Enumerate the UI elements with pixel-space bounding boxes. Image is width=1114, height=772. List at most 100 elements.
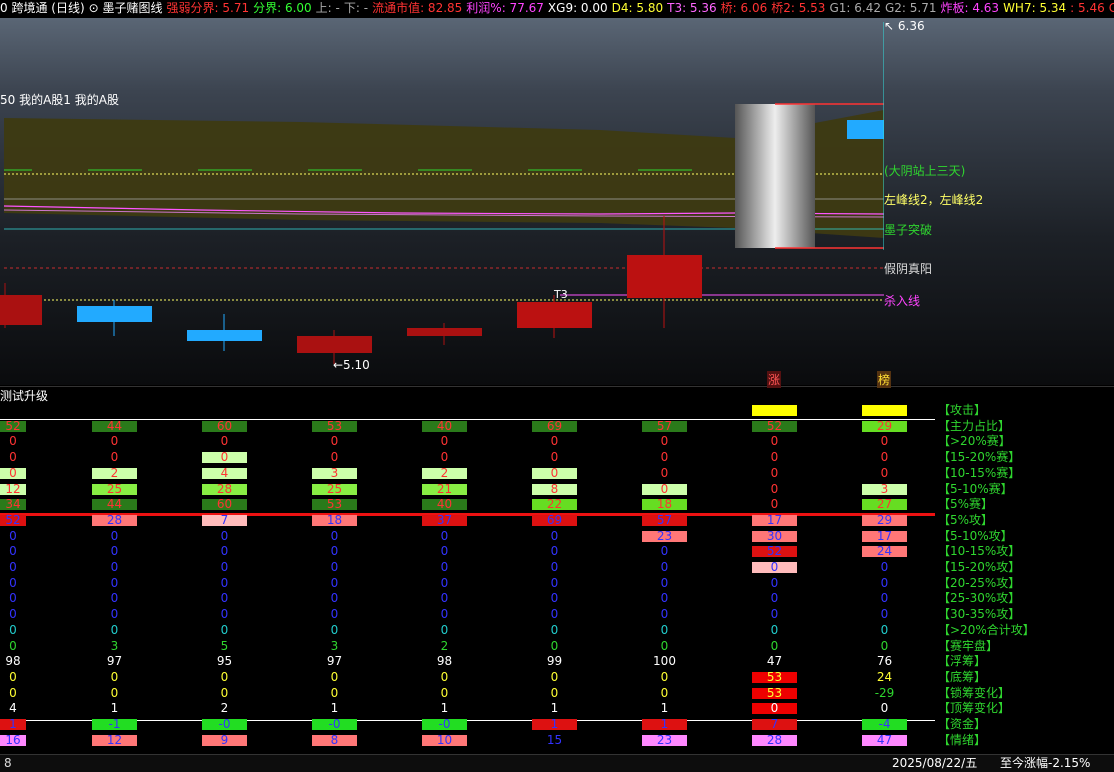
indicator-cell: 1 (110, 701, 119, 716)
indicator-cell: 3 (330, 638, 339, 653)
indicator-row-label: 【>20%合计攻】 (938, 622, 1035, 637)
indicator-row-label: 【攻击】 (938, 403, 987, 417)
indicator-row: 0 0 0 0 0 0 0 0 0 【>20%赛】 (0, 434, 1114, 449)
indicator-cell: 0 (220, 685, 229, 700)
indicator-cell: 0 (752, 561, 797, 573)
indicator-cell: 57 (642, 420, 687, 432)
indicator-cell: 28 (92, 514, 137, 526)
indicator-cell: 0 (330, 450, 339, 465)
topbar-item: WH7: 5.34 (1003, 1, 1067, 15)
indicator-cell: 23 (642, 734, 687, 746)
indicator-cell: 29 (862, 420, 907, 432)
indicator-cell: 0 (550, 607, 559, 622)
indicator-cell: 53 (752, 687, 797, 699)
right-label: 杀入线 (884, 294, 921, 308)
indicator-cell: 0 (9, 622, 17, 637)
indicator-cell: 1 (532, 718, 577, 730)
indicator-cell: 0 (110, 544, 119, 559)
indicator-cell: 0 (660, 544, 669, 559)
indicator-cell: 47 (862, 734, 907, 746)
indicator-cell: 18 (642, 498, 687, 511)
indicator-cell (752, 405, 797, 416)
indicator-cell: 9 (202, 734, 247, 746)
indicator-cell: 25 (312, 483, 357, 495)
topbar-item: 桥: 6.06 (720, 1, 768, 15)
topbar-item: 强弱分界: 5.71 (166, 1, 250, 15)
candle-1 (0, 295, 42, 325)
indicator-cell: 37 (422, 514, 467, 526)
indicator-cell: 0 (770, 434, 779, 449)
indicator-cell: 0 (330, 560, 339, 574)
indicator-cell: 0 (220, 528, 229, 543)
indicator-cell: 8 (532, 483, 577, 495)
topbar-item: 炸板: 4.63 (940, 1, 1000, 15)
topbar-item: G6: 5.46 (1108, 1, 1114, 15)
indicator-cell: 0 (330, 685, 339, 700)
indicator-cell: 52 (0, 420, 26, 432)
indicator-cell: 0 (110, 560, 119, 574)
indicator-cell: 15 (546, 732, 563, 747)
indicator-cell: 99 (546, 654, 563, 669)
indicator-cell: 0 (220, 669, 229, 684)
indicator-cell: 0 (110, 622, 119, 637)
indicator-cell: -0 (312, 718, 357, 730)
header-bang: 榜 (877, 371, 892, 388)
indicator-cell: 0 (9, 607, 17, 622)
topbar-item: 上: - (315, 1, 340, 15)
indicator-row: 12 25 28 25 21 8 0 0 3 【5-10%赛】 (0, 482, 1114, 497)
indicator-cell: 0 (550, 591, 559, 606)
candlestick-chart[interactable]: 50 我的A股1 我的A股 ↖ 6.36 ←5.10 T3 (大阴站上三天) 左峰… (0, 18, 1114, 385)
indicator-cell: 0 (9, 685, 17, 700)
stock-label: 50 我的A股1 我的A股 (0, 93, 119, 107)
indicator-cell: 0 (752, 702, 797, 715)
indicator-cell: 0 (660, 465, 669, 480)
indicator-cell: 0 (550, 669, 559, 684)
indicator-cell: 100 (653, 654, 676, 669)
indicator-cell: 0 (880, 450, 889, 465)
indicator-cell: 0 (642, 483, 687, 495)
indicator-cell: 17 (752, 514, 797, 526)
indicator-cell: 0 (660, 450, 669, 465)
indicator-row-label: 【主力占比】 (938, 418, 1011, 433)
topbar-item: D4: 5.80 (611, 1, 664, 15)
indicator-row: 【攻击】 (0, 403, 1114, 418)
indicator-cell: 0 (660, 434, 669, 449)
indicator-cell: 0 (330, 591, 339, 606)
indicator-cell: 0 (880, 465, 889, 480)
indicator-cell: 40 (422, 420, 467, 432)
indicator-row-label: 【浮筹】 (938, 654, 987, 669)
indicator-cell: 0 (110, 434, 119, 449)
indicator-cell: 0 (770, 622, 779, 637)
indicator-cell: 0 (9, 450, 17, 465)
indicator-cell: 23 (642, 530, 687, 542)
indicator-cell: 0 (9, 528, 17, 543)
indicator-row: 34 44 60 53 40 22 18 0 27 【5%赛】 (0, 497, 1114, 512)
indicator-cell: 27 (862, 498, 907, 511)
indicator-cell: 0 (770, 497, 779, 512)
indicator-row: 0 0 0 0 0 0 0 53 24 【底筹】 (0, 670, 1114, 685)
indicator-row: 0 0 0 0 0 0 0 0 0 【30-35%攻】 (0, 607, 1114, 622)
indicator-cell: 0 (550, 450, 559, 465)
indicator-cell: 52 (752, 420, 797, 432)
indicator-cell: 1 (660, 701, 669, 716)
indicator-cell: 69 (532, 420, 577, 432)
indicator-cell: 0 (550, 544, 559, 559)
indicator-cell: 52 (0, 514, 26, 526)
candle-8 (735, 104, 815, 248)
indicator-cell: 0 (660, 622, 669, 637)
indicator-cell: 22 (532, 498, 577, 511)
indicator-cell: 1 (440, 701, 449, 716)
indicator-cell: 0 (880, 607, 889, 622)
indicator-cell: 60 (202, 420, 247, 432)
indicator-cell: 0 (770, 591, 779, 606)
indicator-cell: 97 (106, 654, 123, 669)
topbar-item: 0 跨境通 (日线) (0, 1, 85, 15)
indicator-row: 0 0 0 0 0 0 0 52 24 【10-15%攻】 (0, 544, 1114, 559)
indicator-cell: 0 (550, 622, 559, 637)
indicator-cell: 0 (440, 575, 449, 590)
topbar-item: 流通市值: 82.85 (372, 1, 463, 15)
indicator-cell: 5 (220, 638, 229, 653)
indicator-row-label: 【资金】 (938, 717, 987, 731)
indicator-cell: 0 (220, 544, 229, 559)
high-price-label: ↖ 6.36 (884, 19, 925, 33)
